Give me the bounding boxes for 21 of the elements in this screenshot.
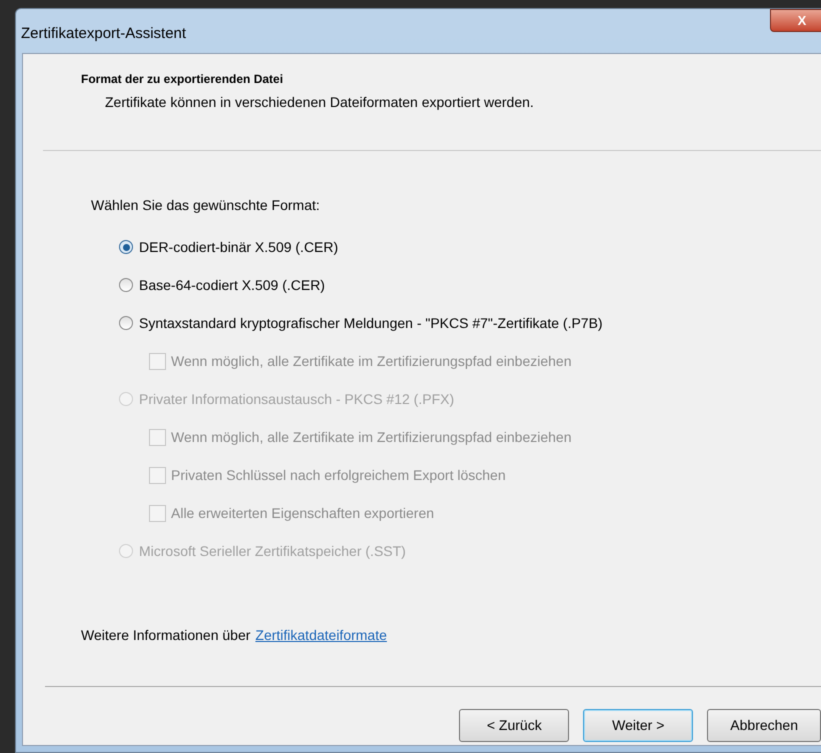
dialog-button[interactable]: < Zurück [459,709,570,742]
page-heading: Format der zu exportierenden Datei [81,71,284,88]
option-label: Alle erweiterten Eigenschaften exportieren [171,504,434,523]
formats-link[interactable]: Zertifikatdateiformate [255,625,387,646]
format-prompt: Wählen Sie das gewünschte Format: [91,196,321,215]
format-label: DER-codiert-binär X.509 (.CER) [139,238,338,257]
dialog-button[interactable]: Weiter > [583,709,694,742]
option-label: Wenn möglich, alle Zertifikate im Zertifizierungspfad einbeziehen [171,352,572,371]
option-label: Privaten Schlüssel nach erfolgreichem Export löschen [171,466,506,485]
window-title: Zertifikatexport-Assistent [21,24,186,44]
radio-button[interactable] [119,316,133,330]
info-text: Weitere Informationen über [81,626,250,645]
dialog-button[interactable]: Abbrechen [707,709,821,742]
radio-button[interactable] [119,278,133,292]
format-label: Syntaxstandard kryptografischer Meldungen - "PKCS #7"-Zertifikate (.P7B) [139,314,603,333]
format-label: Base-64-codiert X.509 (.CER) [139,276,325,295]
page-description: Zertifikate können in verschiedenen Dateiformaten exportiert werden. [105,93,535,112]
format-label: Microsoft Serieller Zertifikatspeicher (.SST) [139,542,406,561]
radio-button[interactable] [119,240,133,254]
option-label: Wenn möglich, alle Zertifikate im Zertifizierungspfad einbeziehen [171,428,572,447]
format-label: Privater Informationsaustausch - PKCS #12 (.PFX) [139,390,454,409]
